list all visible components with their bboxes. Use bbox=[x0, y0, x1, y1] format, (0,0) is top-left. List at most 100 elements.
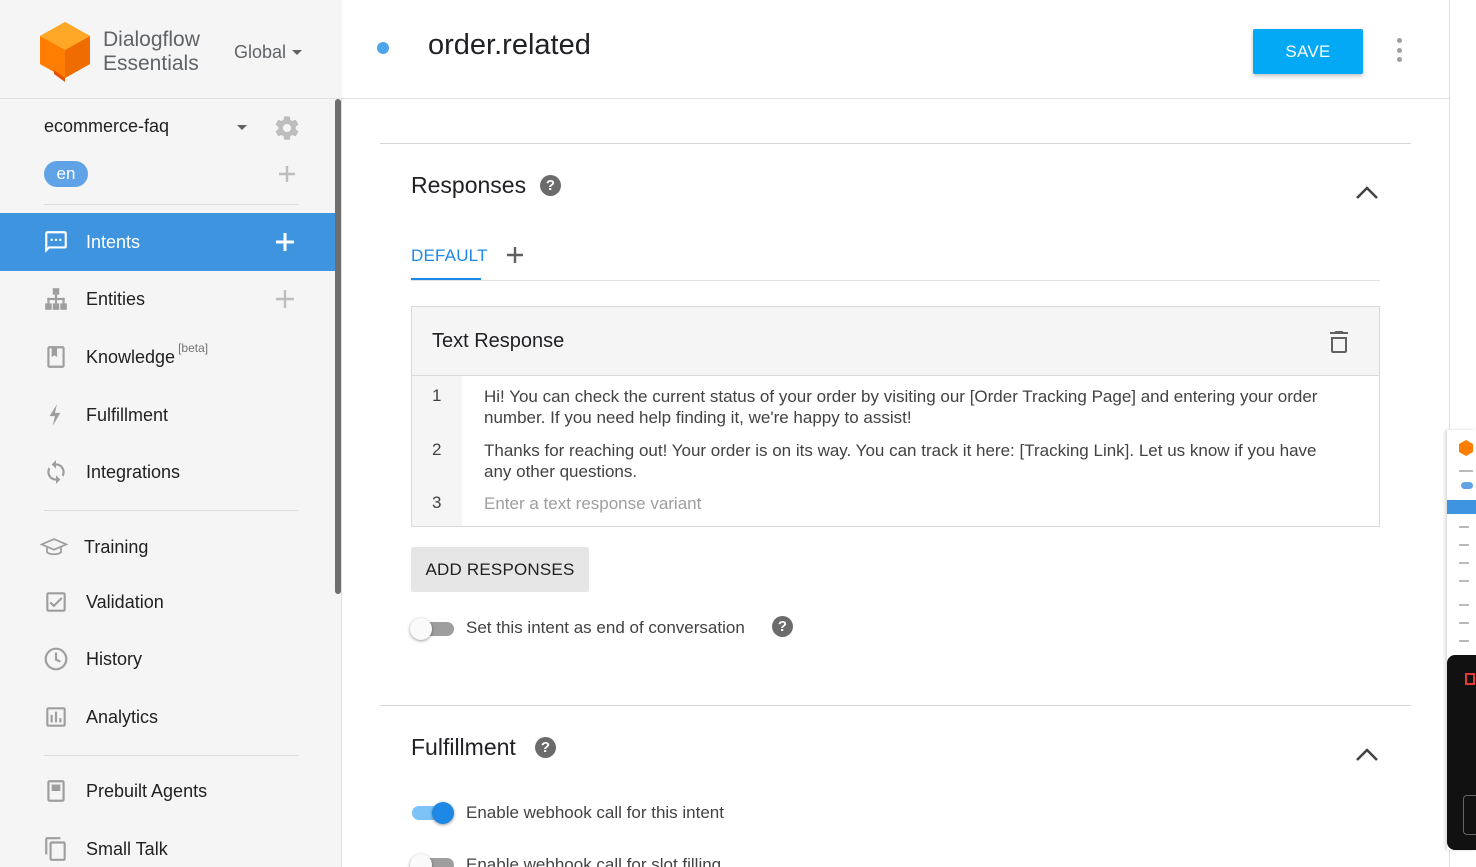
add-intent-icon[interactable] bbox=[274, 231, 296, 253]
bar-chart-icon bbox=[42, 703, 70, 731]
agent-dropdown-icon[interactable] bbox=[237, 125, 247, 130]
sidebar-item-label: Training bbox=[84, 536, 149, 557]
sidebar-item-label: Entities bbox=[86, 288, 146, 309]
sidebar-item-analytics[interactable]: Analytics bbox=[0, 688, 335, 746]
end-conversation-toggle[interactable] bbox=[410, 615, 456, 641]
tabs-divider bbox=[411, 280, 1380, 281]
sidebar-item-training[interactable]: Training bbox=[0, 518, 335, 576]
tab-default[interactable]: DEFAULT bbox=[411, 246, 488, 266]
response-variant[interactable]: Hi! You can check the current status of … bbox=[484, 386, 1344, 428]
sidebar-item-label: Validation bbox=[86, 591, 164, 612]
knowledge-label: Knowledge bbox=[86, 346, 176, 367]
response-variant[interactable]: Thanks for reaching out! Your order is o… bbox=[484, 440, 1344, 482]
sidebar-item-small-talk[interactable]: Small Talk bbox=[0, 820, 335, 867]
product-name-line2: Essentials bbox=[103, 52, 199, 75]
language-chip[interactable]: en bbox=[44, 161, 88, 187]
sidebar-item-prebuilt-agents[interactable]: Prebuilt Agents bbox=[0, 762, 335, 820]
mini-text-line bbox=[1459, 580, 1469, 582]
beta-badge: [beta] bbox=[178, 340, 209, 355]
agent-selector: ecommerce-faq bbox=[44, 114, 304, 142]
clock-icon bbox=[42, 645, 70, 673]
brand-header: Dialogflow Essentials Global bbox=[0, 0, 342, 99]
region-label: Global bbox=[234, 42, 287, 62]
mini-language-chip bbox=[1461, 482, 1473, 489]
sidebar-item-label: Small Talk bbox=[86, 838, 168, 859]
sidebar-item-intents[interactable]: Intents bbox=[0, 213, 335, 271]
sidebar-item-entities[interactable]: Entities bbox=[0, 270, 335, 328]
book-icon bbox=[42, 343, 70, 371]
hierarchy-icon bbox=[42, 285, 70, 313]
collapse-responses-icon[interactable] bbox=[1354, 184, 1380, 200]
add-entity-icon[interactable] bbox=[274, 288, 296, 310]
section-divider bbox=[380, 705, 1411, 706]
add-responses-button[interactable]: ADD RESPONSES bbox=[411, 547, 589, 592]
dark-popup-panel bbox=[1447, 655, 1476, 850]
row-number: 1 bbox=[432, 386, 442, 405]
sidebar-item-label: Intents bbox=[86, 231, 141, 252]
toggle-thumb bbox=[410, 618, 432, 640]
sidebar-item-label: Knowledge [beta] bbox=[86, 341, 208, 368]
row-number: 3 bbox=[432, 493, 442, 512]
sidebar-item-fulfillment[interactable]: Fulfillment bbox=[0, 386, 335, 444]
mini-text-line bbox=[1459, 562, 1469, 564]
fulfillment-title: Fulfillment bbox=[411, 734, 516, 760]
sidebar-item-history[interactable]: History bbox=[0, 630, 335, 688]
app-icon bbox=[1465, 673, 1475, 685]
end-conversation-label: Set this intent as end of conversation bbox=[466, 618, 745, 637]
trash-icon[interactable] bbox=[1328, 330, 1350, 354]
webhook-intent-label: Enable webhook call for this intent bbox=[466, 803, 724, 822]
sidebar-item-label: Fulfillment bbox=[86, 404, 169, 425]
webhook-slot-label: Enable webhook call for slot filling bbox=[466, 855, 722, 867]
mini-text-line bbox=[1459, 470, 1473, 472]
sidebar: Dialogflow Essentials Global ecommerce-f… bbox=[0, 0, 342, 867]
overlapping-window-preview[interactable] bbox=[1446, 430, 1476, 850]
new-response-input[interactable] bbox=[484, 493, 1344, 514]
sidebar-divider bbox=[44, 755, 298, 756]
product-name-line1: Dialogflow bbox=[103, 28, 200, 51]
sidebar-scrollbar[interactable] bbox=[335, 99, 341, 594]
bookmark-book-icon bbox=[42, 777, 70, 805]
text-response-header: Text Response bbox=[412, 307, 1379, 376]
webhook-intent-toggle[interactable] bbox=[410, 799, 456, 825]
sidebar-item-integrations[interactable]: Integrations bbox=[0, 443, 335, 501]
row-number: 2 bbox=[432, 440, 442, 459]
copy-icon bbox=[42, 835, 70, 863]
chat-bubble-icon bbox=[42, 228, 70, 256]
add-response-tab-icon[interactable] bbox=[505, 245, 525, 265]
collapse-fulfillment-icon[interactable] bbox=[1354, 746, 1380, 762]
add-language-icon[interactable] bbox=[276, 163, 298, 185]
save-button[interactable]: SAVE bbox=[1253, 29, 1363, 74]
language-row: en bbox=[44, 161, 304, 189]
caret-down-icon bbox=[292, 50, 303, 55]
popup-box bbox=[1463, 795, 1476, 835]
mini-active-nav bbox=[1447, 500, 1476, 514]
checkbox-icon bbox=[42, 588, 70, 616]
sidebar-item-knowledge[interactable]: Knowledge [beta] bbox=[0, 328, 335, 386]
end-conversation-help-icon[interactable]: ? bbox=[772, 616, 793, 637]
text-response-card: Text Response 1 Hi! You can check the cu… bbox=[411, 306, 1380, 527]
mini-text-line bbox=[1459, 544, 1469, 546]
mini-text-line bbox=[1459, 640, 1469, 642]
sidebar-item-label: Prebuilt Agents bbox=[86, 780, 208, 801]
sidebar-item-validation[interactable]: Validation bbox=[0, 573, 335, 631]
section-divider bbox=[380, 143, 1411, 144]
toggle-thumb bbox=[432, 802, 454, 824]
gear-icon[interactable] bbox=[273, 114, 301, 142]
mini-text-line bbox=[1459, 604, 1469, 606]
responses-help-icon[interactable]: ? bbox=[540, 175, 561, 196]
sidebar-divider bbox=[44, 204, 298, 205]
agent-name[interactable]: ecommerce-faq bbox=[44, 116, 169, 137]
webhook-slot-toggle[interactable] bbox=[410, 851, 456, 867]
sidebar-item-label: Analytics bbox=[86, 706, 159, 727]
mini-text-line bbox=[1459, 622, 1469, 624]
lightning-icon bbox=[42, 401, 70, 429]
intent-name[interactable]: order.related bbox=[428, 29, 591, 62]
fulfillment-help-icon[interactable]: ? bbox=[535, 737, 556, 758]
responses-title: Responses bbox=[411, 172, 527, 198]
more-options-icon[interactable] bbox=[1392, 38, 1406, 62]
graduation-cap-icon bbox=[40, 533, 68, 561]
region-selector[interactable]: Global bbox=[234, 42, 303, 63]
text-response-title: Text Response bbox=[432, 330, 565, 352]
mini-dialogflow-logo-icon bbox=[1459, 440, 1473, 456]
dialogflow-console: Dialogflow Essentials Global ecommerce-f… bbox=[0, 0, 1476, 867]
